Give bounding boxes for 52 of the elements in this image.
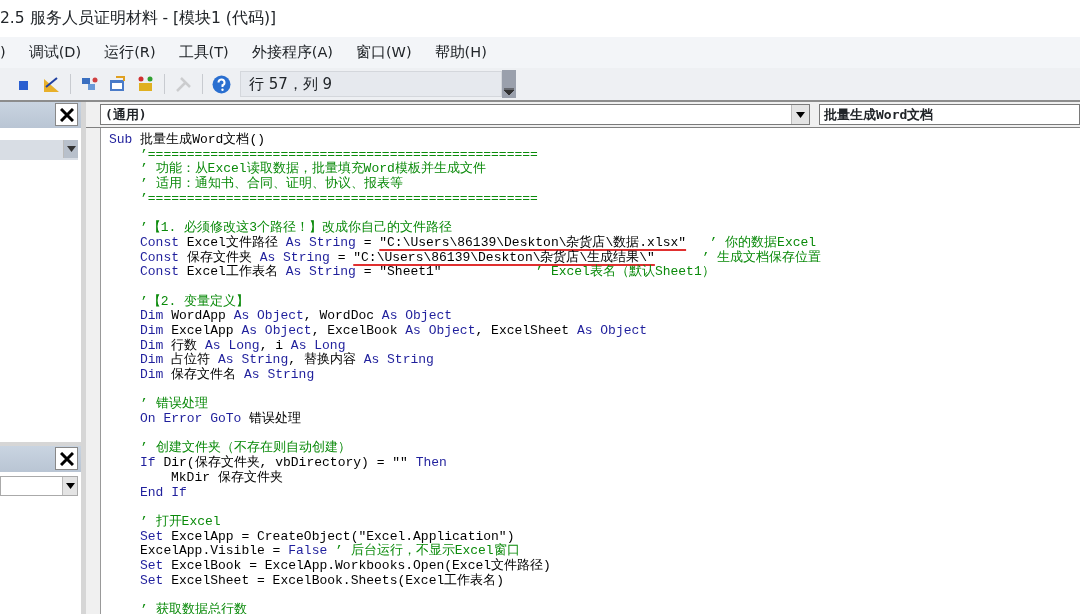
code-line: MkDir 保存文件夹 <box>170 470 284 486</box>
code-line: Dim ExcelApp As Object, ExcelBook As Object, ExcelSheet As Object <box>139 323 649 338</box>
menu-item[interactable]: 外接程序(A) <box>251 41 333 64</box>
toolbar-overflow-button[interactable] <box>502 70 516 98</box>
menu-item[interactable]: 帮助(H) <box>434 41 487 64</box>
caret-icon <box>504 88 514 95</box>
menu-item[interactable]: 运行(R) <box>104 41 156 64</box>
menu-item[interactable]: ) <box>0 41 6 64</box>
code-line: Dim WordApp As Object, WordDoc As Object <box>139 309 454 324</box>
code-line: Dim 保存文件名 As String <box>139 368 316 383</box>
menu-item[interactable]: 调试(D) <box>28 41 82 64</box>
help-icon[interactable] <box>212 74 231 94</box>
code-line: Set ExcelSheet = ExcelBook.Sheets(Excel工作表名) <box>139 573 506 589</box>
code-line: ’================================================== <box>139 147 539 162</box>
code-line: ’ 适用：通知书、合同、证明、协议、报表等 <box>139 177 404 192</box>
caret-icon <box>65 483 75 489</box>
menu-item[interactable]: 工具(T) <box>178 41 229 64</box>
code-line: ’ 获取数据总行数 <box>139 603 248 614</box>
object-dropdown[interactable]: (通用) <box>100 104 810 125</box>
caret-icon <box>66 146 76 152</box>
code-editor[interactable] <box>100 128 1080 614</box>
code-line: Dim 占位符 As String, 替换内容 As String <box>139 353 435 368</box>
ruler-icon[interactable] <box>42 74 61 94</box>
shapes-icon[interactable] <box>136 74 155 94</box>
code-line: Set ExcelApp = CreateObject("Excel.Application") <box>139 529 516 544</box>
code-line: On Error GoTo 错误处理 <box>139 412 303 427</box>
code-line: Sub 批量生成Word文档() <box>109 133 266 148</box>
code-line: ’ 错误处理 <box>139 397 209 413</box>
close-button[interactable] <box>55 447 78 470</box>
code-line: Set ExcelBook = ExcelApp.Workbooks.Open(Excel文件路径) <box>139 558 552 573</box>
code-line: Const 保存文件夹 As String = "C:\Users\86139\Deskton\杂货店\生成结果\" ’ 生成文档保存位置 <box>139 250 823 265</box>
code-line: ’【1. 必须修改这3个路径！】改成你自己的文件路径 <box>139 221 453 236</box>
code-line: ’ 创建文件夹（不存在则自动创建） <box>139 441 352 456</box>
window-title: 2.5 服务人员证明材料 - [模块1 (代码)] <box>0 0 1080 37</box>
code-line: ’ 打开Excel <box>139 514 222 530</box>
procedure-dropdown[interactable]: 批量生成Word文档 <box>819 104 1080 125</box>
close-button[interactable] <box>55 103 78 126</box>
dropdown-field[interactable] <box>0 140 78 160</box>
code-line: Dim 行数 As Long, i As Long <box>139 338 346 353</box>
window-icon[interactable] <box>108 74 127 94</box>
code-line: ’================================================== <box>139 191 539 207</box>
code-line: End If <box>139 485 188 501</box>
code-line: Const Excel文件路径 As String = "C:\Users\86139\Deskton\杂货店\数据.xlsx" ’ 你的数据Excel <box>139 235 818 250</box>
code-line: ’ 功能：从Excel读取数据，批量填充Word模板并生成文件 <box>139 162 487 177</box>
code-line: ’【2. 变量定义】 <box>139 294 251 310</box>
code-line: ExcelApp.Visible = False ’ 后台运行，不显示Excel窗口 <box>139 544 520 559</box>
code-line: Const Excel工作表名 As String = "Sheet1" ’ Excel表名（默认Sheet1） <box>139 265 716 280</box>
menu-item[interactable]: 窗口(W) <box>355 41 412 64</box>
dropdown-field[interactable] <box>0 476 78 496</box>
code-line: If Dir(保存文件夹, vbDirectory) = "" Then <box>139 456 448 471</box>
cursor-position: 行 57，列 9 <box>240 71 502 97</box>
caret-icon <box>796 111 805 118</box>
